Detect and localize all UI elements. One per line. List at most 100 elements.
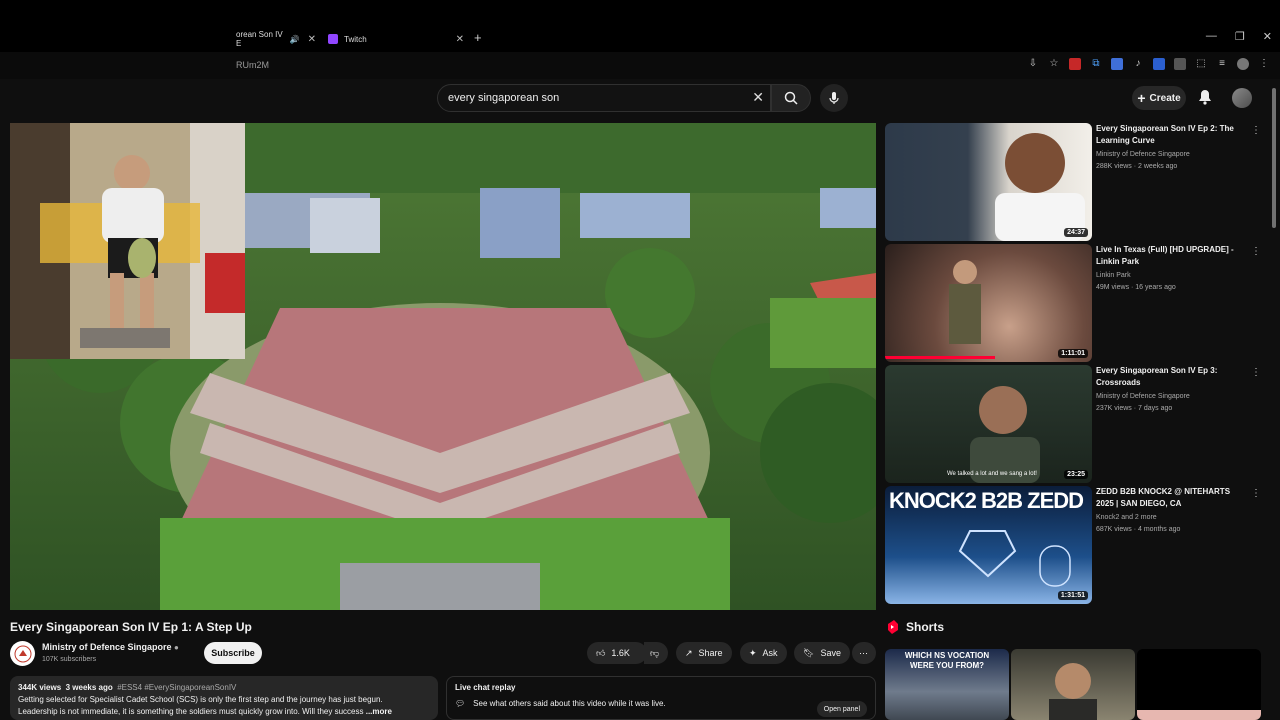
profile-icon[interactable] — [1237, 58, 1249, 70]
audio-icon[interactable]: 🔊 — [290, 35, 300, 44]
recommendation-title[interactable]: Every Singaporean Son IV Ep 3: Crossroad… — [1096, 365, 1246, 389]
account-avatar[interactable] — [1232, 88, 1252, 108]
tab-twitch[interactable]: Twitch ✕ — [328, 29, 464, 49]
recommendation-item[interactable]: KNOCK2 B2B ZEDD 1:31:51 ZEDD B2B KNOCK2 … — [885, 486, 1265, 604]
menu-icon[interactable]: ⋮ — [1258, 58, 1270, 70]
star-icon[interactable]: ☆ — [1048, 58, 1060, 70]
like-count: 1.6K — [611, 648, 630, 658]
extension-icon[interactable] — [1174, 58, 1186, 70]
close-tab-icon[interactable]: ✕ — [308, 34, 316, 45]
short-thumbnail — [1137, 710, 1261, 720]
verified-icon: ● — [174, 643, 179, 652]
voice-search-button[interactable] — [820, 84, 848, 112]
description-line: Getting selected for Specialist Cadet Sc… — [18, 695, 383, 704]
thumbnail-person — [995, 133, 1085, 241]
extension-icon[interactable]: ⧉ — [1090, 58, 1102, 70]
short-caption: WHICH NS VOCATION WERE YOU FROM? — [904, 651, 990, 670]
recommendation-meta: 288K views · 2 weeks ago — [1096, 163, 1178, 170]
search-button[interactable] — [771, 84, 811, 112]
recommendation-channel[interactable]: Knock2 and 2 more — [1096, 514, 1157, 521]
recommendation-channel[interactable]: Ministry of Defence Singapore — [1096, 151, 1190, 158]
more-icon[interactable]: ⋮ — [1251, 125, 1261, 136]
scrollbar[interactable] — [1272, 88, 1276, 228]
ask-button[interactable]: ✦ Ask — [740, 642, 787, 664]
video-thumbnail[interactable]: We talked a lot and we sang a lot! 23:25 — [885, 365, 1092, 483]
subscribe-button[interactable]: Subscribe — [204, 642, 262, 664]
picture-in-picture-camera — [10, 123, 245, 359]
create-label: Create — [1149, 92, 1181, 104]
more-icon[interactable]: ⋮ — [1251, 367, 1261, 378]
new-tab-icon[interactable]: + — [474, 30, 482, 45]
more-actions-button[interactable]: ⋯ — [852, 642, 876, 664]
open-panel-button[interactable]: Open panel — [816, 701, 867, 717]
recommendation-meta: 49M views · 16 years ago — [1096, 284, 1176, 291]
close-window-icon[interactable]: ✕ — [1263, 30, 1272, 43]
recommendation-meta: 237K views · 7 days ago — [1096, 405, 1173, 412]
channel-avatar[interactable] — [10, 641, 35, 666]
duration-badge: 24:37 — [1064, 228, 1088, 237]
volume-icon[interactable]: ♪ — [1132, 58, 1144, 70]
dislike-button[interactable]: 👎︎ — [644, 642, 668, 664]
shorts-title: Shorts — [906, 620, 945, 634]
search-icon — [784, 91, 798, 105]
browser-tab-bar: orean Son IV E 🔊 ✕ Twitch ✕ + — ❐ ✕ — [0, 0, 1280, 52]
description-box[interactable]: 344K views 3 weeks ago #ESS4 #EverySinga… — [10, 676, 438, 720]
puzzle-icon[interactable]: ⬚ — [1195, 58, 1207, 70]
tab-video[interactable]: orean Son IV E 🔊 ✕ — [236, 29, 316, 49]
bookmark-icon: 🔖︎ — [803, 647, 815, 658]
clear-search-icon[interactable]: ✕ — [752, 89, 764, 106]
channel-name-text: Ministry of Defence Singapore — [42, 642, 172, 652]
search-input[interactable]: every singaporean son ✕ — [437, 84, 771, 112]
search-query: every singaporean son — [448, 92, 560, 104]
shorts-header: Shorts — [886, 620, 944, 634]
video-thumbnail[interactable]: 24:37 — [885, 123, 1092, 241]
recommendation-meta: 687K views · 4 months ago — [1096, 526, 1181, 533]
minimize-icon[interactable]: — — [1206, 30, 1217, 43]
more-icon[interactable]: ⋮ — [1251, 246, 1261, 257]
video-player[interactable] — [10, 123, 876, 610]
recommendation-item[interactable]: 1:11:01 Live In Texas (Full) [HD UPGRADE… — [885, 244, 1265, 362]
duration-badge: 1:31:51 — [1057, 591, 1088, 600]
save-button[interactable]: 🔖︎ Save — [794, 642, 850, 664]
recommendation-title[interactable]: Live In Texas (Full) [HD UPGRADE] - Link… — [1096, 244, 1246, 268]
microphone-icon — [829, 92, 839, 104]
recommendation-channel[interactable]: Linkin Park — [1096, 272, 1131, 279]
hashtags[interactable]: #ESS4 #EverySingaporeanSonIV — [117, 683, 236, 692]
more-link[interactable]: ...more — [366, 707, 392, 716]
notifications-button[interactable] — [1198, 89, 1212, 110]
extension-icon[interactable]: ≡ — [1216, 58, 1228, 70]
bell-icon — [1199, 90, 1211, 105]
create-button[interactable]: + Create — [1132, 86, 1186, 110]
share-button[interactable]: ↗ Share — [676, 642, 732, 664]
ask-label: Ask — [762, 648, 778, 658]
video-thumbnail[interactable]: KNOCK2 B2B ZEDD 1:31:51 — [885, 486, 1092, 604]
recommendation-channel[interactable]: Ministry of Defence Singapore — [1096, 393, 1190, 400]
extension-icon[interactable] — [1111, 58, 1123, 70]
like-button[interactable]: 👍︎ 1.6K — [587, 642, 647, 664]
recommendation-title[interactable]: Every Singaporean Son IV Ep 2: The Learn… — [1096, 123, 1246, 147]
video-thumbnail[interactable]: 1:11:01 — [885, 244, 1092, 362]
share-icon: ↗ — [685, 647, 693, 658]
recommendation-title[interactable]: ZEDD B2B KNOCK2 @ NITEHARTS 2025 | SAN D… — [1096, 486, 1246, 510]
extension-icon[interactable] — [1069, 58, 1081, 70]
thumbnail-performer — [885, 260, 995, 359]
window-controls: — ❐ ✕ — [1206, 30, 1272, 43]
close-tab-icon[interactable]: ✕ — [456, 34, 464, 45]
extension-icon[interactable] — [1153, 58, 1165, 70]
video-title: Every Singaporean Son IV Ep 1: A Step Up — [10, 620, 252, 634]
duration-badge: 23:25 — [1064, 470, 1088, 479]
short-item[interactable] — [1137, 649, 1261, 720]
thumbnail-caption: We talked a lot and we sang a lot! — [947, 471, 1037, 477]
install-icon[interactable]: ⇩ — [1027, 58, 1039, 70]
channel-name[interactable]: Ministry of Defence Singapore ● — [42, 642, 179, 652]
recommendation-item[interactable]: 24:37 Every Singaporean Son IV Ep 2: The… — [885, 123, 1265, 241]
thumbnail-stage — [958, 530, 1071, 587]
recommendation-item[interactable]: We talked a lot and we sang a lot! 23:25… — [885, 365, 1265, 483]
more-icon[interactable]: ⋮ — [1251, 488, 1261, 499]
short-item[interactable]: WHICH NS VOCATION WERE YOU FROM? — [885, 649, 1009, 720]
restore-icon[interactable]: ❐ — [1235, 30, 1245, 43]
short-item[interactable] — [1011, 649, 1135, 720]
thumbs-down-icon: 👎︎ — [650, 647, 660, 658]
live-chat-replay: Live chat replay 💬︎ See what others said… — [446, 676, 876, 720]
url-text[interactable]: RUm2M — [236, 60, 269, 70]
